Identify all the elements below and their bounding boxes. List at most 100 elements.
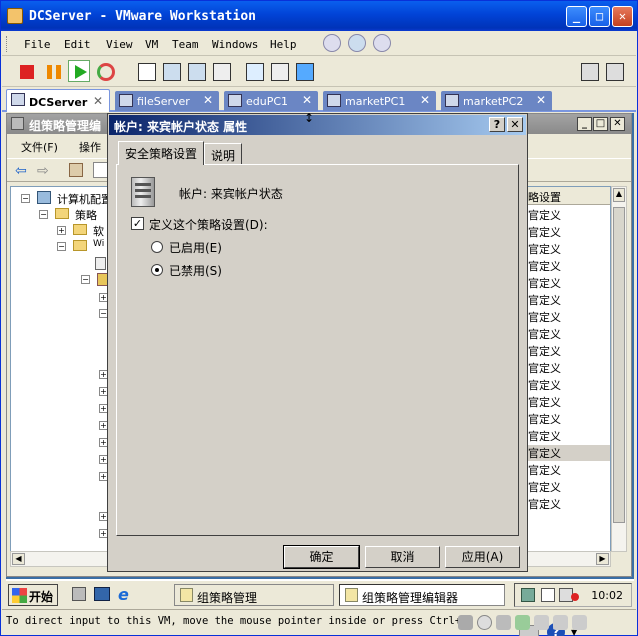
list-item-selected[interactable]: 官定义 — [528, 445, 610, 461]
thumbnail-view-icon[interactable] — [296, 63, 314, 81]
disabled-radio-label[interactable]: 已禁用(S) — [169, 262, 222, 279]
list-item[interactable]: 官定义 — [528, 360, 561, 376]
message-icon[interactable] — [572, 615, 587, 630]
tab-close-icon[interactable]: ✕ — [302, 93, 312, 107]
summary-view-icon[interactable] — [213, 63, 231, 81]
power-off-icon[interactable] — [20, 65, 34, 79]
power-on-icon[interactable] — [68, 60, 90, 82]
list-item[interactable]: 官定义 — [528, 394, 561, 410]
show-sidebar-icon[interactable] — [138, 63, 156, 81]
tab-close-icon[interactable]: ✕ — [420, 93, 430, 107]
menu-team[interactable]: Team — [172, 38, 199, 51]
list-item[interactable]: 官定义 — [528, 377, 561, 393]
list-item[interactable]: 官定义 — [528, 258, 561, 274]
menu-file[interactable]: File — [24, 38, 51, 51]
gp-close-button[interactable]: ✕ — [610, 117, 625, 131]
team-settings-icon[interactable] — [606, 63, 624, 81]
list-item[interactable]: 官定义 — [528, 241, 561, 257]
internet-explorer-icon[interactable]: e — [118, 585, 129, 604]
list-item[interactable]: 官定义 — [528, 496, 561, 512]
tab-explain[interactable]: 说明 — [204, 143, 243, 164]
tree-expander[interactable]: − — [57, 242, 66, 251]
list-item[interactable]: 官定义 — [528, 292, 561, 308]
host-title-bar[interactable]: DCServer - VMware Workstation _ □ ✕ — [1, 1, 637, 31]
disabled-radio[interactable] — [151, 264, 163, 276]
list-item[interactable]: 官定义 — [528, 428, 561, 444]
cancel-button[interactable]: 取消 — [365, 546, 440, 568]
tab-security-policy[interactable]: 安全策略设置 — [118, 141, 205, 165]
tab-edupc1[interactable]: eduPC1 ✕ — [224, 91, 318, 111]
tab-marketpc1[interactable]: marketPC1 ✕ — [323, 91, 436, 111]
gp-minimize-button[interactable]: _ — [577, 117, 592, 131]
hard-disk-icon[interactable] — [458, 615, 473, 630]
start-button[interactable]: 开始 — [8, 584, 58, 606]
scroll-left-icon[interactable]: ◀ — [12, 553, 25, 565]
tree-expander[interactable]: − — [39, 210, 48, 219]
define-policy-label[interactable]: 定义这个策略设置(D): — [149, 216, 268, 233]
revert-snapshot-icon[interactable] — [348, 34, 366, 52]
dialog-title-bar[interactable]: 帐户: 来宾帐户状态 属性 ? ✕ — [109, 115, 526, 135]
menu-edit[interactable]: Edit — [64, 38, 91, 51]
list-item[interactable]: 官定义 — [528, 207, 561, 223]
alert-icon[interactable] — [571, 593, 579, 601]
define-policy-checkbox[interactable]: ✓ — [131, 217, 144, 230]
gp-menu-file[interactable]: 文件(F) — [21, 139, 58, 155]
up-folder-icon[interactable] — [69, 163, 83, 177]
tab-close-icon[interactable]: ✕ — [536, 93, 546, 107]
list-vertical-scrollbar[interactable]: ▲ — [611, 186, 627, 552]
gp-settings-list[interactable]: 略设置 官定义 官定义 官定义 官定义 官定义 官定义 官定义 官定义 官定义 … — [525, 186, 611, 552]
network-adapter-icon[interactable] — [515, 615, 530, 630]
tab-dcserver[interactable]: DCServer ✕ — [6, 89, 110, 112]
snapshot-manager-icon[interactable] — [373, 34, 391, 52]
tree-expander[interactable]: + — [57, 226, 66, 235]
tab-close-icon[interactable]: ✕ — [93, 94, 103, 108]
sound-icon[interactable] — [553, 615, 568, 630]
scroll-up-icon[interactable]: ▲ — [613, 188, 625, 202]
quick-switch-icon[interactable] — [188, 63, 206, 81]
snapshot-icon[interactable] — [323, 34, 341, 52]
back-arrow-icon[interactable]: ⇦ — [15, 163, 27, 179]
list-item[interactable]: 官定义 — [528, 479, 561, 495]
list-item[interactable]: 官定义 — [528, 224, 561, 240]
minimize-button[interactable]: _ — [566, 6, 587, 27]
taskbar-item-gp-editor[interactable]: 组策略管理编辑器 — [339, 584, 505, 606]
list-item[interactable]: 官定义 — [528, 326, 561, 342]
reset-icon[interactable] — [97, 63, 115, 81]
full-screen-icon[interactable] — [163, 63, 181, 81]
server-manager-icon[interactable] — [72, 587, 86, 601]
ok-button[interactable]: 确定 — [283, 545, 360, 569]
list-item[interactable]: 官定义 — [528, 309, 561, 325]
tab-close-icon[interactable]: ✕ — [203, 93, 213, 107]
dialog-close-button[interactable]: ✕ — [507, 117, 523, 132]
close-button[interactable]: ✕ — [612, 6, 633, 27]
list-column-header[interactable]: 略设置 — [526, 187, 610, 205]
usb-icon[interactable] — [534, 615, 549, 630]
menu-view[interactable]: View — [106, 38, 133, 51]
scroll-right-icon[interactable]: ▶ — [596, 553, 609, 565]
tree-expander[interactable]: − — [21, 194, 30, 203]
gp-maximize-button[interactable]: □ — [593, 117, 608, 131]
list-item[interactable]: 官定义 — [528, 275, 561, 291]
network-icon[interactable] — [541, 588, 555, 602]
dialog-help-button[interactable]: ? — [489, 117, 505, 132]
gp-menu-action[interactable]: 操作 — [79, 139, 101, 155]
suspend-icon[interactable] — [47, 65, 61, 79]
console-view-icon[interactable] — [246, 63, 264, 81]
menu-vm[interactable]: VM — [145, 38, 158, 51]
enabled-radio[interactable] — [151, 241, 163, 253]
list-item[interactable]: 官定义 — [528, 462, 561, 478]
tab-fileserver[interactable]: fileServer ✕ — [115, 91, 219, 111]
gp-tree-pane[interactable]: − 计算机配置 − 策略 + 软 − Wi − + − + + + + + + … — [10, 186, 110, 552]
team-power-icon[interactable] — [581, 63, 599, 81]
scroll-thumb[interactable] — [613, 207, 625, 523]
menu-help[interactable]: Help — [270, 38, 297, 51]
floppy-icon[interactable] — [496, 615, 511, 630]
list-item[interactable]: 官定义 — [528, 343, 561, 359]
menu-windows[interactable]: Windows — [212, 38, 258, 51]
list-item[interactable]: 官定义 — [528, 411, 561, 427]
enabled-radio-label[interactable]: 已启用(E) — [169, 239, 222, 256]
show-desktop-icon[interactable] — [94, 587, 110, 601]
maximize-button[interactable]: □ — [589, 6, 610, 27]
cd-drive-icon[interactable] — [477, 615, 492, 630]
tray-app-icon[interactable] — [521, 588, 535, 602]
